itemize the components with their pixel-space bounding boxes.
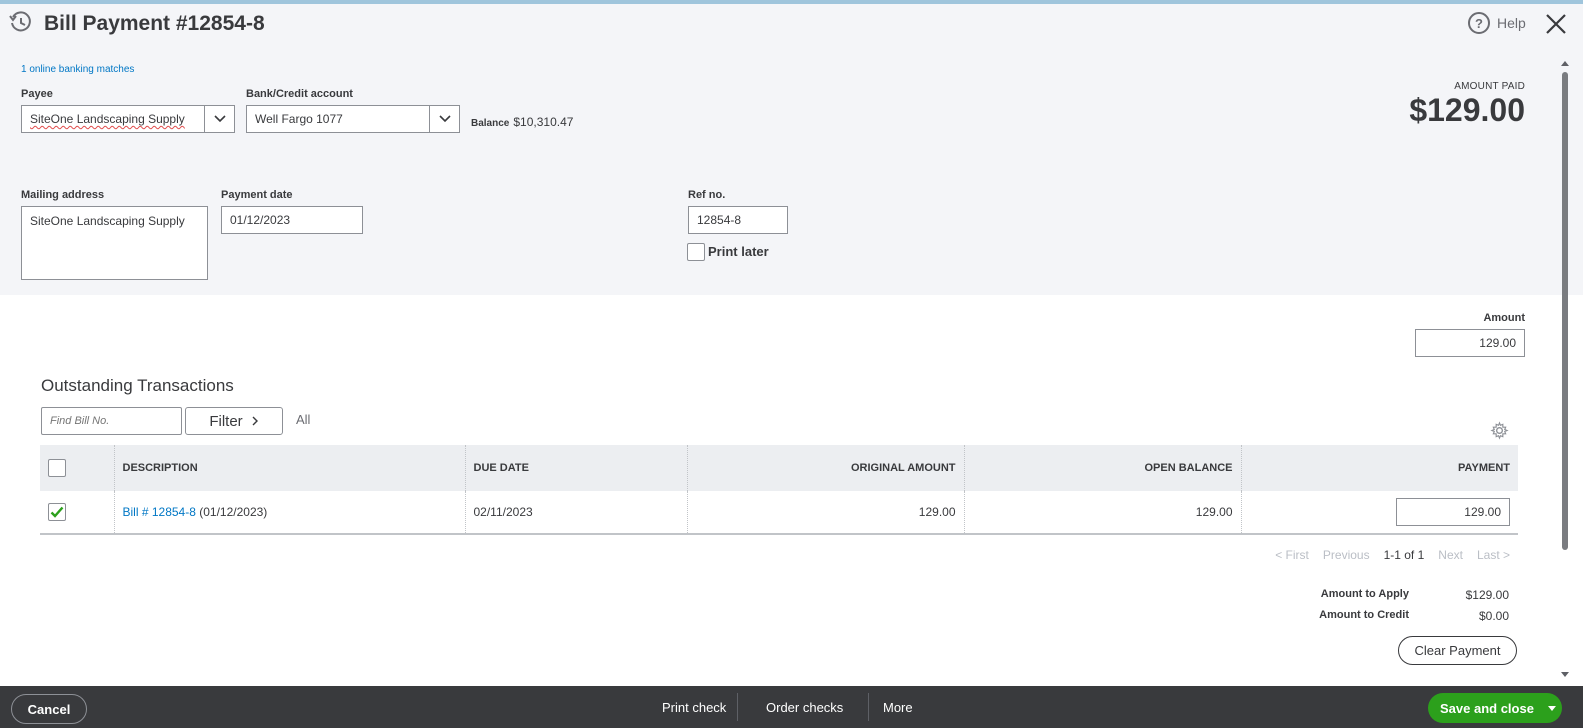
select-all-checkbox[interactable] xyxy=(48,459,66,477)
chevron-down-icon[interactable] xyxy=(429,106,459,132)
close-icon[interactable] xyxy=(1544,12,1568,36)
bank-account-label: Bank/Credit account xyxy=(246,88,353,100)
history-icon[interactable] xyxy=(9,11,33,35)
amount-input[interactable]: 129.00 xyxy=(1415,329,1525,357)
bill-link[interactable]: Bill # 12854-8 xyxy=(123,505,196,519)
cancel-button[interactable]: Cancel xyxy=(11,694,87,724)
pager-next[interactable]: Next xyxy=(1438,548,1463,562)
pager-first[interactable]: < First xyxy=(1275,548,1309,562)
bank-account-dropdown[interactable]: Well Fargo 1077 xyxy=(246,105,460,133)
footer-bar: Cancel Print check Order checks More Sav… xyxy=(0,686,1583,728)
scroll-up-icon[interactable] xyxy=(1561,60,1569,66)
row-description: Bill # 12854-8 (01/12/2023) xyxy=(114,491,466,535)
save-and-close-label: Save and close xyxy=(1440,700,1534,716)
payee-dropdown[interactable]: SiteOne Landscaping Supply xyxy=(21,105,235,133)
pager-range: 1-1 of 1 xyxy=(1383,548,1425,562)
help-icon: ? xyxy=(1468,12,1490,34)
ref-no-label: Ref no. xyxy=(688,189,726,201)
bill-date: (01/12/2023) xyxy=(199,505,268,519)
column-original-amount[interactable]: ORIGINAL AMOUNT xyxy=(687,445,965,491)
balance: Balance $10,310.47 xyxy=(471,115,573,129)
page-title: Bill Payment #12854-8 xyxy=(44,12,265,35)
find-bill-input[interactable] xyxy=(41,407,182,435)
footer-divider xyxy=(737,693,738,721)
chevron-down-icon[interactable] xyxy=(204,106,234,132)
amount-to-apply-row: Amount to Apply $129.00 xyxy=(1299,588,1509,602)
filter-label: Filter xyxy=(209,412,243,430)
amount-to-credit-value: $0.00 xyxy=(1478,609,1509,623)
row-checkbox[interactable] xyxy=(48,503,66,521)
outstanding-transactions-table: DESCRIPTION DUE DATE ORIGINAL AMOUNT OPE… xyxy=(40,445,1518,535)
balance-value: $10,310.47 xyxy=(513,115,574,129)
header-panel xyxy=(0,4,1583,295)
row-due-date: 02/11/2023 xyxy=(465,491,688,535)
payment-date-input[interactable]: 01/12/2023 xyxy=(221,206,363,234)
table-header-row: DESCRIPTION DUE DATE ORIGINAL AMOUNT OPE… xyxy=(40,445,1518,491)
payee-label: Payee xyxy=(21,88,53,100)
online-banking-matches-link[interactable]: 1 online banking matches xyxy=(21,64,134,75)
help-button[interactable]: ? Help xyxy=(1468,12,1526,34)
balance-label: Balance xyxy=(471,118,510,129)
amount-to-apply-label: Amount to Apply xyxy=(1320,588,1409,600)
column-due-date[interactable]: DUE DATE xyxy=(465,445,688,491)
filter-value: All xyxy=(296,412,311,427)
scroll-thumb[interactable] xyxy=(1562,72,1568,550)
scroll-down-icon[interactable] xyxy=(1561,672,1569,678)
checkmark-icon xyxy=(50,506,64,518)
amount-to-apply-value: $129.00 xyxy=(1465,588,1509,602)
mailing-address-textarea[interactable]: SiteOne Landscaping Supply xyxy=(21,206,208,280)
clear-payment-button[interactable]: Clear Payment xyxy=(1398,636,1517,665)
amount-paid-label: AMOUNT PAID xyxy=(1454,81,1525,92)
scrollbar[interactable] xyxy=(1560,60,1569,680)
pagination: < First Previous 1-1 of 1 Next Last > xyxy=(1275,548,1510,562)
row-select-cell xyxy=(40,491,115,535)
row-payment-cell: 129.00 xyxy=(1241,491,1518,535)
pager-previous[interactable]: Previous xyxy=(1323,548,1370,562)
order-checks-button[interactable]: Order checks xyxy=(766,700,843,715)
amount-paid-value: $129.00 xyxy=(1409,92,1525,128)
filter-button[interactable]: Filter xyxy=(185,407,283,435)
outstanding-transactions-title: Outstanding Transactions xyxy=(41,376,234,395)
amount-label: Amount xyxy=(1483,312,1525,324)
row-payment-input[interactable]: 129.00 xyxy=(1396,498,1510,526)
row-open-balance: 129.00 xyxy=(964,491,1242,535)
payee-value: SiteOne Landscaping Supply xyxy=(30,112,185,126)
select-all-header xyxy=(40,445,115,491)
gear-icon[interactable] xyxy=(1490,421,1509,440)
print-check-button[interactable]: Print check xyxy=(662,700,726,715)
column-payment[interactable]: PAYMENT xyxy=(1241,445,1518,491)
print-later-label: Print later xyxy=(708,244,769,259)
save-and-close-button[interactable]: Save and close xyxy=(1428,693,1562,723)
caret-down-icon[interactable] xyxy=(1548,706,1556,711)
ref-no-input[interactable]: 12854-8 xyxy=(688,206,788,234)
help-label: Help xyxy=(1497,15,1526,31)
column-description[interactable]: DESCRIPTION xyxy=(114,445,466,491)
print-later-checkbox[interactable] xyxy=(687,243,705,261)
amount-to-credit-row: Amount to Credit $0.00 xyxy=(1299,609,1509,623)
pager-last[interactable]: Last > xyxy=(1477,548,1510,562)
footer-divider xyxy=(868,693,869,721)
column-open-balance[interactable]: OPEN BALANCE xyxy=(964,445,1242,491)
mailing-address-label: Mailing address xyxy=(21,189,105,201)
row-original-amount: 129.00 xyxy=(687,491,965,535)
more-button[interactable]: More xyxy=(883,700,913,715)
payment-date-label: Payment date xyxy=(221,189,293,201)
bank-account-value: Well Fargo 1077 xyxy=(255,112,343,126)
table-row: Bill # 12854-8 (01/12/2023) 02/11/2023 1… xyxy=(40,491,1518,535)
amount-to-credit-label: Amount to Credit xyxy=(1319,609,1409,621)
chevron-right-icon xyxy=(252,416,258,426)
